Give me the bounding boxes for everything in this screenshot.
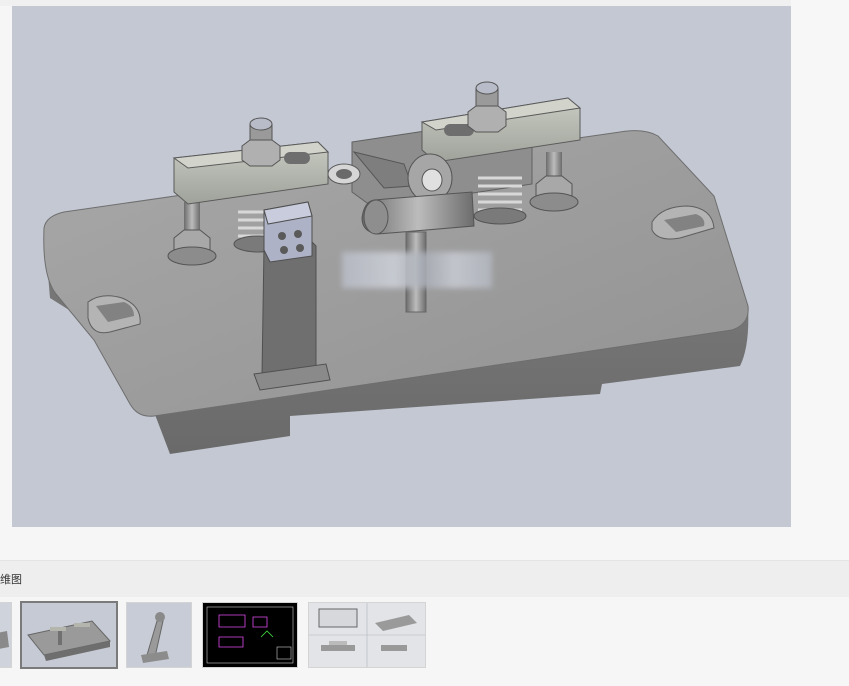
partial-view-thumbnail[interactable] <box>0 602 12 668</box>
view-label-bar: 维图 <box>0 560 849 597</box>
cad-drawing-thumbnail[interactable] <box>202 602 298 668</box>
fixture-iso-icon <box>22 603 116 667</box>
three-view-thumbnail[interactable] <box>308 602 426 668</box>
view-label: 维图 <box>0 573 22 586</box>
clamp-part-icon <box>127 603 191 667</box>
side-panel <box>791 0 849 560</box>
fixture-iso-thumbnail[interactable] <box>20 601 118 669</box>
model-partial-icon <box>0 603 11 667</box>
thumbnail-strip <box>0 600 849 672</box>
clamp-part-thumbnail[interactable] <box>126 602 192 668</box>
blurred-watermark <box>342 252 492 288</box>
cad-drawing-dark-icon <box>203 603 297 667</box>
orthographic-views-icon <box>309 603 425 667</box>
model-viewer[interactable] <box>12 6 791 527</box>
